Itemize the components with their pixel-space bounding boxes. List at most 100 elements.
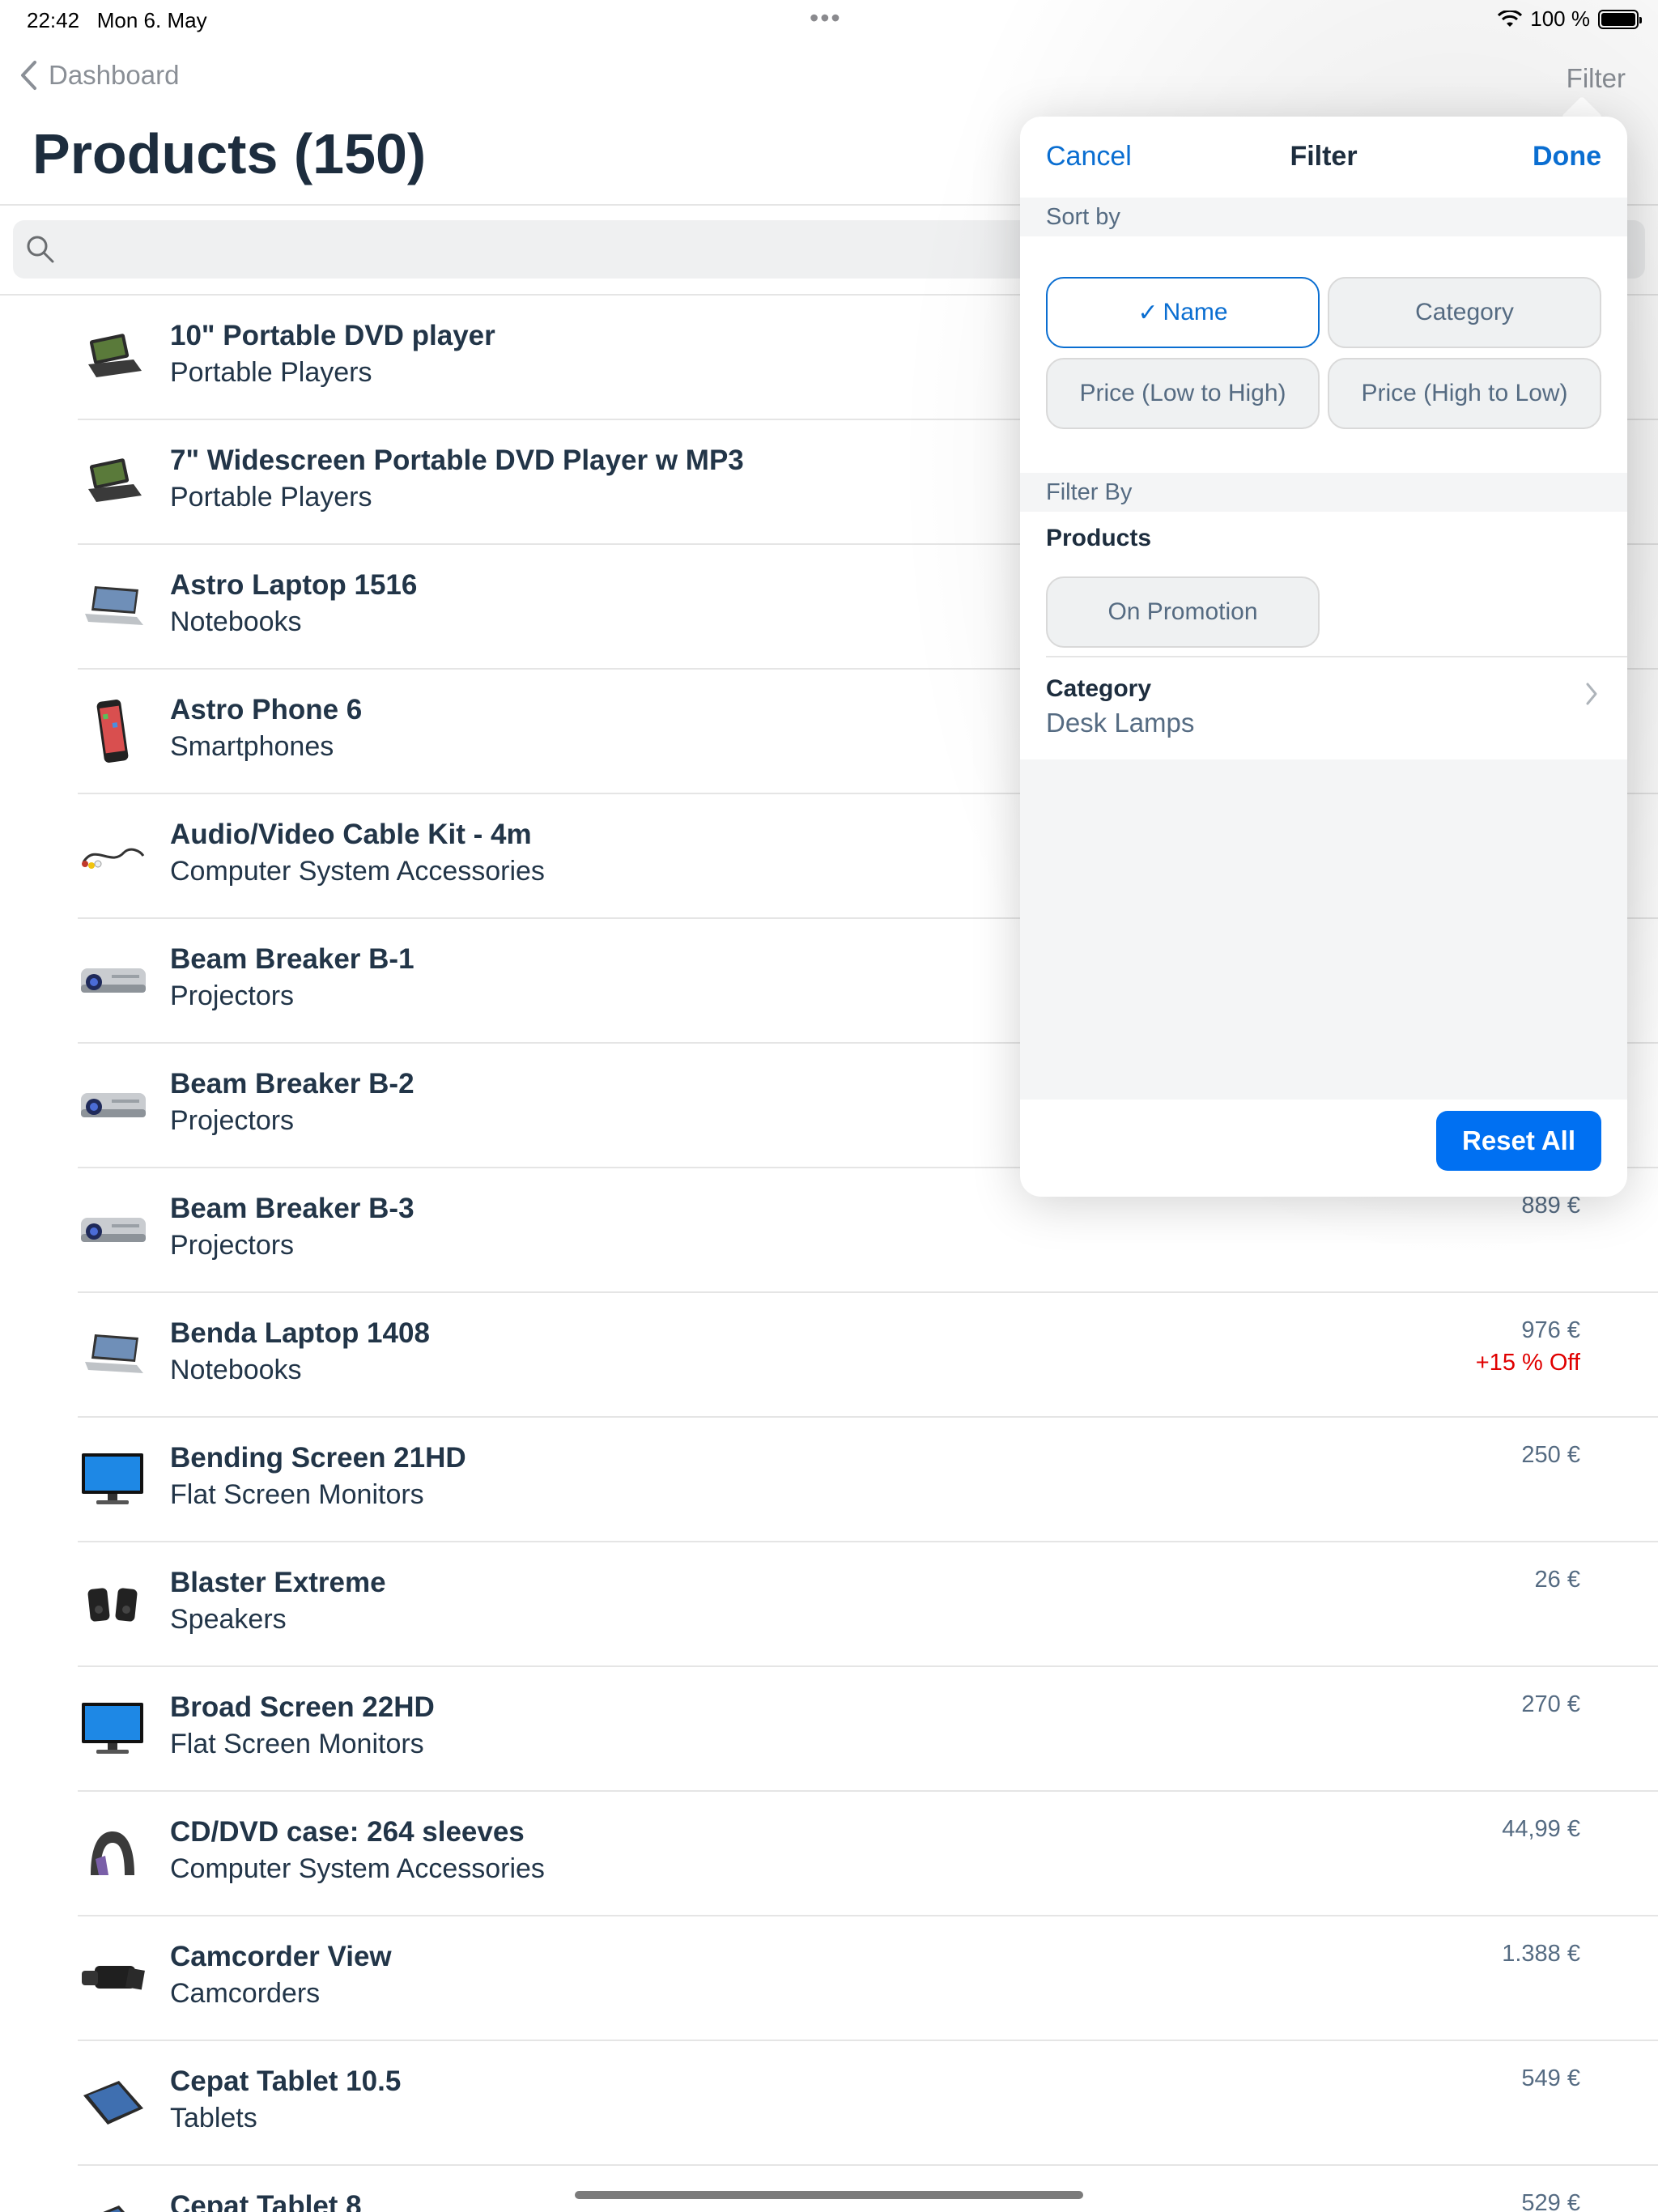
popover-footer: Reset All xyxy=(1020,1100,1627,1190)
done-button[interactable]: Done xyxy=(1533,141,1601,172)
product-name: Beam Breaker B-2 xyxy=(170,1068,414,1100)
product-name: Beam Breaker B-3 xyxy=(170,1193,414,1224)
popover-empty-area xyxy=(1020,759,1627,1100)
camcorder-icon xyxy=(76,1949,149,2007)
wifi-icon xyxy=(1498,10,1523,27)
product-category: Camcorders xyxy=(170,1978,321,2009)
product-row[interactable]: Cepat Tablet 10.5 Tablets 549 € xyxy=(0,2041,1658,2166)
category-value: Desk Lamps xyxy=(1046,708,1195,738)
chip-label: Name xyxy=(1163,299,1228,325)
product-category: Flat Screen Monitors xyxy=(170,1729,424,1759)
product-price: 250 € xyxy=(1521,1442,1580,1468)
product-name: Beam Breaker B-1 xyxy=(170,943,414,975)
product-name: Broad Screen 22HD xyxy=(170,1691,435,1723)
chevron-left-icon xyxy=(21,61,36,90)
product-category: Speakers xyxy=(170,1604,287,1635)
product-category: Projectors xyxy=(170,1230,295,1261)
product-name: Camcorder View xyxy=(170,1941,392,1972)
on-promotion-chip[interactable]: On Promotion xyxy=(1046,576,1320,648)
chip-label: Price (Low to High) xyxy=(1079,380,1286,406)
sort-category-chip[interactable]: Category xyxy=(1328,277,1601,348)
product-row[interactable]: Cepat Tablet 8 529 € xyxy=(0,2166,1658,2212)
sort-name-chip[interactable]: ✓ Name xyxy=(1046,277,1320,348)
smartphone-icon xyxy=(76,700,149,763)
back-button[interactable]: Dashboard xyxy=(19,60,179,91)
filter-by-header: Filter By xyxy=(1020,473,1627,512)
category-filter-row[interactable]: Category Desk Lamps xyxy=(1020,657,1627,759)
product-row[interactable]: Bending Screen 21HD Flat Screen Monitors 2… xyxy=(0,1418,1658,1542)
product-price: 549 € xyxy=(1521,2065,1580,2091)
category-label: Category xyxy=(1046,675,1152,702)
product-category: Flat Screen Monitors xyxy=(170,1479,424,1510)
sort-by-header: Sort by xyxy=(1020,198,1627,236)
filter-products: Products On Promotion xyxy=(1020,512,1627,657)
product-name: CD/DVD case: 264 sleeves xyxy=(170,1816,525,1848)
projector-icon xyxy=(76,1076,149,1134)
search-icon xyxy=(27,236,54,263)
product-row[interactable]: CD/DVD case: 264 sleeves Computer System … xyxy=(0,1792,1658,1916)
product-category: Portable Players xyxy=(170,482,372,513)
product-price: 26 € xyxy=(1534,1567,1580,1593)
product-category: Smartphones xyxy=(170,731,334,762)
projector-icon xyxy=(76,951,149,1010)
chip-label: Category xyxy=(1415,299,1514,325)
multitasking-dots-icon[interactable]: ••• xyxy=(810,3,842,33)
product-name: Astro Laptop 1516 xyxy=(170,569,418,601)
back-label: Dashboard xyxy=(49,60,180,90)
product-name: Cepat Tablet 8 xyxy=(170,2190,362,2212)
product-name: Audio/Video Cable Kit - 4m xyxy=(170,819,532,850)
filter-button[interactable]: Filter xyxy=(1567,63,1626,94)
battery-percent: 100 % xyxy=(1530,6,1590,31)
status-bar: 22:42 Mon 6. May ••• 100 % xyxy=(0,0,1658,39)
sort-price-high-low-chip[interactable]: Price (High to Low) xyxy=(1328,358,1601,429)
product-name: Benda Laptop 1408 xyxy=(170,1317,430,1349)
product-name: Bending Screen 21HD xyxy=(170,1442,466,1474)
product-category: Notebooks xyxy=(170,1355,302,1385)
cable-icon xyxy=(76,827,149,885)
sort-price-low-high-chip[interactable]: Price (Low to High) xyxy=(1046,358,1320,429)
chip-label: Price (High to Low) xyxy=(1361,380,1568,406)
tablet-icon xyxy=(76,2198,149,2212)
popover-header: Cancel Filter Done xyxy=(1020,117,1627,198)
chevron-right-icon xyxy=(1586,683,1597,705)
product-price: 270 € xyxy=(1521,1691,1580,1717)
product-name: 7" Widescreen Portable DVD Player w MP3 xyxy=(170,445,744,476)
products-label: Products xyxy=(1046,525,1152,551)
page-title: Products (150) xyxy=(32,122,427,185)
tablet-icon xyxy=(76,2074,149,2132)
product-category: Computer System Accessories xyxy=(170,1853,545,1884)
laptop-icon xyxy=(76,577,149,636)
speakers-icon xyxy=(76,1575,149,1633)
promotion-badge: +15 % Off xyxy=(1475,1350,1580,1376)
product-category: Projectors xyxy=(170,981,295,1011)
product-row[interactable]: Blaster Extreme Speakers 26 € xyxy=(0,1542,1658,1667)
product-price: 1.388 € xyxy=(1502,1941,1580,1967)
product-category: Portable Players xyxy=(170,357,372,388)
battery-icon xyxy=(1598,9,1642,29)
product-name: Astro Phone 6 xyxy=(170,694,363,725)
product-category: Notebooks xyxy=(170,606,302,637)
laptop-icon xyxy=(76,1325,149,1384)
dvd-player-icon xyxy=(76,328,149,386)
product-category: Computer System Accessories xyxy=(170,856,545,887)
projector-icon xyxy=(76,1201,149,1259)
cd-case-icon xyxy=(76,1824,149,1882)
product-name: 10" Portable DVD player xyxy=(170,320,495,351)
product-price: 976 € xyxy=(1521,1317,1580,1343)
product-category: Tablets xyxy=(170,2103,257,2133)
monitor-icon xyxy=(76,1450,149,1508)
reset-all-button[interactable]: Reset All xyxy=(1436,1111,1601,1171)
status-indicators: 100 % xyxy=(1498,6,1642,32)
product-name: Blaster Extreme xyxy=(170,1567,386,1598)
product-row[interactable]: Camcorder View Camcorders 1.388 € xyxy=(0,1916,1658,2041)
sort-options: ✓ Name Category Price (Low to High) Pric… xyxy=(1020,236,1627,473)
product-category: Projectors xyxy=(170,1105,295,1136)
product-row[interactable]: Benda Laptop 1408 Notebooks 976 € +15 % Off xyxy=(0,1293,1658,1418)
product-row[interactable]: Broad Screen 22HD Flat Screen Monitors 270… xyxy=(0,1667,1658,1792)
product-name: Cepat Tablet 10.5 xyxy=(170,2065,402,2097)
checkmark-icon: ✓ xyxy=(1137,299,1158,326)
home-indicator[interactable] xyxy=(575,2191,1083,2199)
status-time: 22:42 Mon 6. May xyxy=(27,8,207,32)
filter-popover: Cancel Filter Done Sort by ✓ Name Catego… xyxy=(1020,117,1627,1197)
product-price: 529 € xyxy=(1521,2190,1580,2212)
